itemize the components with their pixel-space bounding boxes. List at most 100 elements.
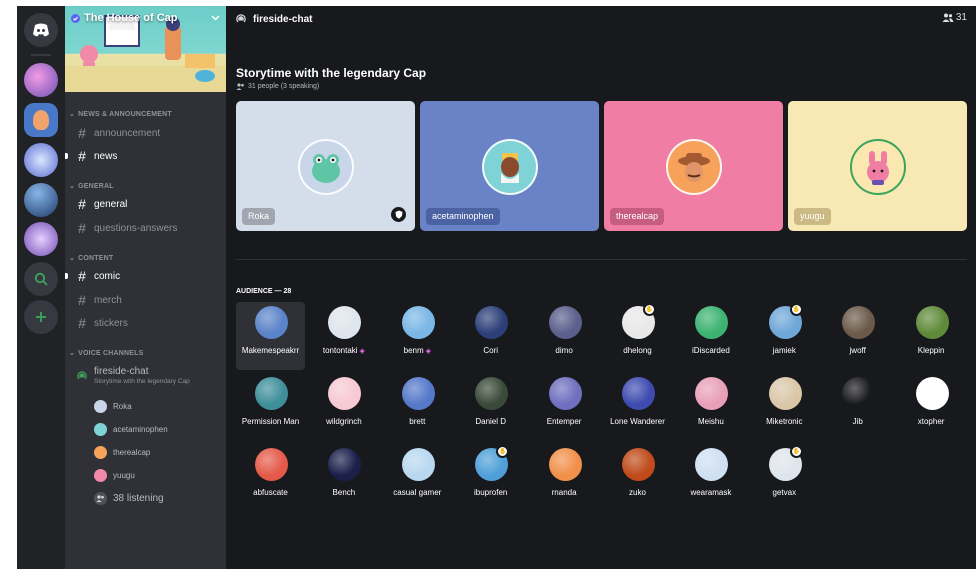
audience-member[interactable]: xtopher [897, 373, 966, 441]
discord-home-button[interactable] [24, 13, 58, 47]
audience-member[interactable]: Kleppin [897, 302, 966, 370]
plus-icon [36, 312, 46, 322]
voice-user-acetaminophen[interactable]: acetaminophen [94, 423, 168, 436]
audience-member[interactable]: Meishu [676, 373, 745, 441]
add-server-button[interactable] [24, 300, 58, 334]
avatar [842, 377, 876, 410]
category-label: NEWS & ANNOUNCEMENT [78, 110, 172, 118]
audience-member-name: Permission Man [241, 417, 300, 426]
audience-member[interactable]: Lone Wanderer [603, 373, 672, 441]
audience-member[interactable]: ✋ dhelong [603, 302, 672, 370]
server-icon-house-of-cap[interactable] [24, 103, 58, 137]
voice-user-roka[interactable]: Roka [94, 400, 132, 413]
category-news-announcement[interactable]: ⌄ NEWS & ANNOUNCEMENT [69, 110, 172, 119]
avatar [94, 446, 107, 459]
server-banner: The House of Cap [65, 6, 226, 92]
audience-member[interactable]: dimo [530, 302, 599, 370]
audience-member[interactable]: Bench [309, 444, 378, 512]
avatar [255, 306, 288, 339]
channel-stickers[interactable]: # stickers [76, 315, 128, 331]
speaker-tile-therealcap[interactable]: therealcap [604, 101, 783, 231]
explore-servers-button[interactable] [24, 262, 58, 296]
search-icon [34, 272, 48, 286]
avatar [298, 139, 354, 195]
speaker-tile-acetaminophen[interactable]: acetaminophen [420, 101, 599, 231]
audience-member[interactable]: ✋ jamiek [750, 302, 819, 370]
stage-topic: Storytime with the legendary Cap [236, 66, 427, 80]
audience-member[interactable]: zuko [603, 444, 672, 512]
channel-comic[interactable]: # comic [65, 268, 121, 284]
listener-count-button[interactable]: 31 [942, 12, 967, 23]
listening-label: 38 listening [113, 493, 164, 504]
voice-user-therealcap[interactable]: therealcap [94, 446, 150, 459]
avatar [915, 306, 949, 339]
speaker-name: acetaminophen [426, 208, 500, 225]
audience-member-name: Cori [483, 346, 499, 355]
category-general[interactable]: ⌄ GENERAL [69, 182, 114, 191]
audience-member[interactable]: Entemper [530, 373, 599, 441]
audience-member[interactable]: Permission Man [236, 373, 305, 441]
listening-count-row[interactable]: 38 listening [94, 492, 164, 505]
audience-member-name: Daniel D [475, 417, 507, 426]
audience-member-name: casual gamer [393, 488, 442, 497]
stage-main: fireside-chat 31 Storytime with the lege… [226, 6, 976, 569]
audience-member[interactable]: tontontaki ◈ [309, 302, 378, 370]
audience-member-name: dimo [555, 346, 573, 355]
channel-label: announcement [94, 127, 161, 139]
audience-member[interactable]: brett [383, 373, 452, 441]
avatar [401, 448, 435, 481]
audience-member[interactable]: wearamask [676, 444, 745, 512]
collapse-chevron-icon: ⌄ [69, 183, 76, 190]
server-avatar-art [33, 110, 49, 130]
audience-member-name: abfuscate [253, 488, 288, 497]
audience-member[interactable]: Miketronic [750, 373, 819, 441]
cap-avatar-art [678, 153, 710, 182]
audience-member[interactable]: iDiscarded [676, 302, 745, 370]
avatar [695, 448, 729, 481]
avatar [666, 139, 722, 195]
channel-questions-answers[interactable]: # questions-answers [76, 220, 177, 236]
person-avatar-art [501, 153, 519, 183]
avatar [328, 448, 362, 481]
channel-label: comic [94, 270, 121, 282]
server-icon-3[interactable] [24, 143, 58, 177]
unread-indicator [65, 273, 68, 279]
audience-member[interactable]: Cori [456, 302, 525, 370]
avatar [695, 306, 729, 339]
channel-merch[interactable]: # merch [76, 292, 122, 308]
avatar [475, 306, 509, 339]
audience-member[interactable]: benm ◈ [383, 302, 452, 370]
voice-user-label: yuugu [113, 471, 135, 480]
channel-announcement[interactable]: # announcement [76, 125, 160, 141]
server-icon-4[interactable] [24, 183, 58, 217]
speaker-tile-yuugu[interactable]: yuugu [788, 101, 967, 231]
avatar [401, 306, 435, 339]
audience-member[interactable]: abfuscate [236, 444, 305, 512]
speaker-tile-roka[interactable]: Roka [236, 101, 415, 231]
avatar [328, 377, 362, 410]
audience-member[interactable]: ✋ ibuprofen [456, 444, 525, 512]
voice-user-yuugu[interactable]: yuugu [94, 469, 135, 482]
category-content[interactable]: ⌄ CONTENT [69, 254, 113, 263]
avatar [255, 448, 288, 481]
audience-member-name: Jib [852, 417, 863, 426]
chevron-down-icon[interactable] [211, 15, 220, 21]
audience-member[interactable]: rnanda [530, 444, 599, 512]
channel-news[interactable]: # news [65, 148, 117, 164]
server-icon-1[interactable] [24, 63, 58, 97]
avatar [622, 448, 655, 481]
audience-member[interactable]: jwoff [823, 302, 892, 370]
server-icon-5[interactable] [24, 222, 58, 256]
channel-fireside-chat[interactable]: fireside-chat Storytime with the legenda… [76, 366, 190, 385]
audience-member[interactable]: casual gamer [383, 444, 452, 512]
hash-icon: # [78, 125, 86, 141]
audience-member[interactable]: Daniel D [456, 373, 525, 441]
server-name-header[interactable]: The House of Cap [71, 12, 220, 24]
audience-member[interactable]: wildgrinch [309, 373, 378, 441]
audience-member[interactable]: ✋ getvax [750, 444, 819, 512]
category-voice-channels[interactable]: ⌄ VOICE CHANNELS [69, 349, 144, 358]
channel-general[interactable]: # general [76, 196, 127, 212]
avatar [850, 139, 906, 195]
audience-member[interactable]: Makemespeakrr [236, 302, 305, 370]
audience-member[interactable]: Jib [823, 373, 892, 441]
